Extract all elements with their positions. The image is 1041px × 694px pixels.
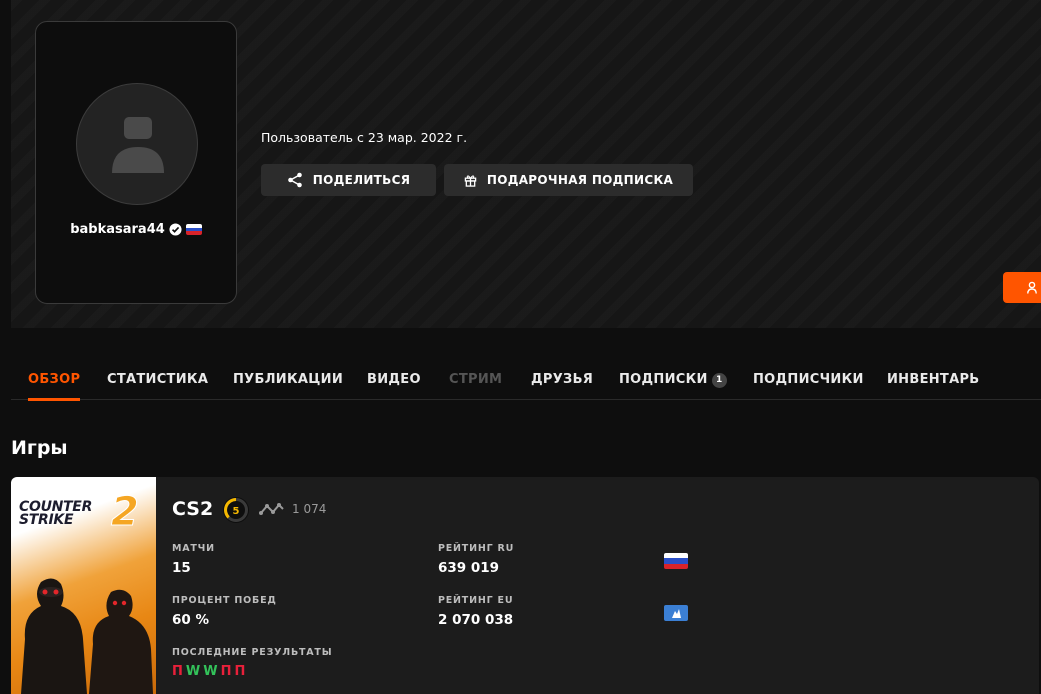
rating-eu-value: 2 070 038 bbox=[438, 612, 514, 628]
rating-ru-label: РЕЙТИНГ RU bbox=[438, 543, 515, 554]
europe-region-shape-icon bbox=[672, 609, 681, 618]
tab-stream: СТРИМ bbox=[449, 372, 503, 387]
result-loss: П bbox=[234, 664, 246, 679]
member-since: Пользователь с 23 мар. 2022 г. bbox=[261, 130, 468, 145]
matches-value: 15 bbox=[172, 560, 191, 576]
skill-level-value: 5 bbox=[233, 506, 240, 517]
recent-results-label: ПОСЛЕДНИЕ РЕЗУЛЬТАТЫ bbox=[172, 647, 333, 658]
result-loss: П bbox=[220, 664, 232, 679]
result-win: W bbox=[185, 664, 201, 679]
game-cover-logo-number: 2 bbox=[111, 489, 140, 536]
tab-followers[interactable]: ПОДПИСЧИКИ bbox=[753, 372, 864, 400]
tab-overview[interactable]: ОБЗОР bbox=[28, 372, 81, 401]
user-placeholder-icon bbox=[112, 117, 164, 173]
tab-subscriptions[interactable]: ПОДПИСКИ 1 bbox=[619, 372, 727, 400]
rating-ru-value: 639 019 bbox=[438, 560, 500, 576]
result-loss: П bbox=[172, 664, 183, 679]
game-name[interactable]: CS2 bbox=[172, 498, 213, 520]
game-cover-characters-icon bbox=[21, 578, 153, 694]
username-row: babkasara44 bbox=[36, 222, 236, 237]
skill-level-icon: 5 bbox=[223, 497, 249, 523]
share-button[interactable]: ПОДЕЛИТЬСЯ bbox=[261, 164, 436, 196]
tab-statistics[interactable]: СТАТИСТИКА bbox=[107, 372, 208, 400]
tab-inventory[interactable]: ИНВЕНТАРЬ bbox=[887, 372, 980, 400]
game-card-cs2[interactable]: COUNTER STRIKE 2 CS2 5 1 074 МАТЧИ 15 РЕ… bbox=[11, 477, 1039, 694]
russia-flag-icon bbox=[185, 224, 202, 235]
gift-subscription-button[interactable]: ПОДАРОЧНАЯ ПОДПИСКА bbox=[444, 164, 693, 196]
recent-results: П W W П П bbox=[172, 664, 245, 679]
games-section-title: Игры bbox=[11, 437, 68, 459]
game-cover[interactable]: COUNTER STRIKE 2 bbox=[11, 477, 156, 694]
tab-video[interactable]: ВИДЕО bbox=[367, 372, 421, 400]
add-friend-icon bbox=[1027, 281, 1037, 294]
tab-subscriptions-label: ПОДПИСКИ bbox=[619, 372, 708, 387]
profile-card: babkasara44 bbox=[35, 21, 237, 304]
result-win: W bbox=[203, 664, 218, 679]
share-label: ПОДЕЛИТЬСЯ bbox=[312, 173, 411, 187]
avatar[interactable] bbox=[76, 83, 198, 205]
subscriptions-count-badge: 1 bbox=[711, 373, 727, 388]
add-friend-button[interactable] bbox=[1003, 272, 1041, 303]
winrate-value: 60 % bbox=[172, 612, 210, 628]
elo-value: 1 074 bbox=[292, 502, 327, 516]
gift-label: ПОДАРОЧНАЯ ПОДПИСКА bbox=[486, 173, 674, 187]
rating-eu-label: РЕЙТИНГ EU bbox=[438, 595, 514, 606]
verified-icon bbox=[169, 223, 182, 236]
tab-publications[interactable]: ПУБЛИКАЦИИ bbox=[233, 372, 343, 400]
share-icon bbox=[287, 172, 302, 188]
tab-friends[interactable]: ДРУЗЬЯ bbox=[531, 372, 593, 400]
gift-icon bbox=[464, 174, 477, 187]
europe-region-flag-icon bbox=[664, 605, 688, 621]
game-cover-logo-text: COUNTER STRIKE bbox=[19, 499, 93, 528]
elo-icon bbox=[259, 503, 284, 515]
winrate-label: ПРОЦЕНТ ПОБЕД bbox=[172, 595, 277, 606]
profile-tabs: ОБЗОР СТАТИСТИКА ПУБЛИКАЦИИ ВИДЕО СТРИМ … bbox=[11, 360, 1041, 401]
username: babkasara44 bbox=[70, 222, 165, 237]
russia-region-flag-icon bbox=[664, 553, 688, 569]
matches-label: МАТЧИ bbox=[172, 543, 215, 554]
